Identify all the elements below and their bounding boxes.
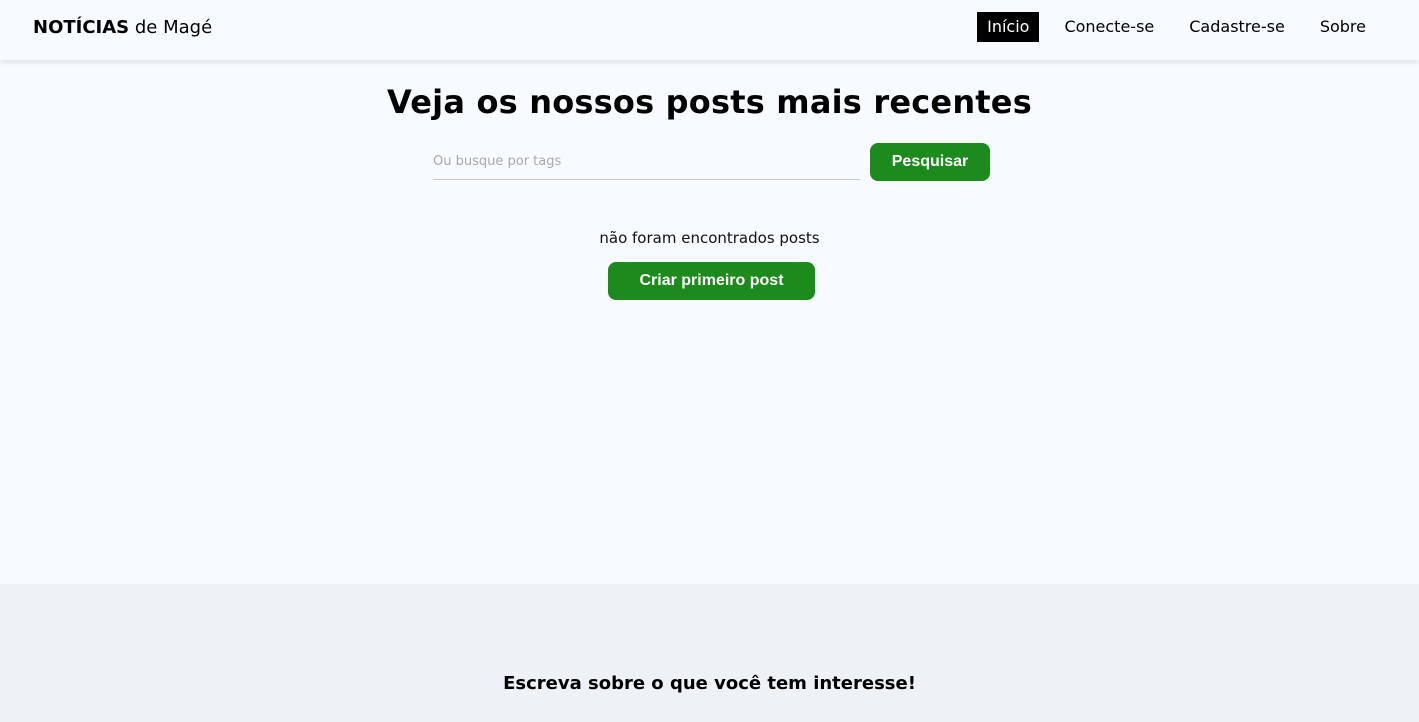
nav-link-sobre[interactable]: Sobre [1310, 12, 1376, 42]
top-navbar: NOTÍCIAS de Magé Início Conecte-se Cadas… [0, 0, 1419, 60]
brand-logo[interactable]: NOTÍCIAS de Magé [33, 17, 212, 39]
search-button[interactable]: Pesquisar [870, 143, 990, 181]
main-content: Veja os nossos posts mais recentes Pesqu… [0, 60, 1419, 584]
page-title: Veja os nossos posts mais recentes [387, 83, 1032, 121]
create-first-post-button[interactable]: Criar primeiro post [608, 262, 815, 300]
nav-link-inicio[interactable]: Início [977, 12, 1040, 42]
nav-link-cadastre-se[interactable]: Cadastre-se [1179, 12, 1295, 42]
nav-links: Início Conecte-se Cadastre-se Sobre [977, 12, 1376, 42]
footer-tagline: Escreva sobre o que você tem interesse! [503, 673, 916, 694]
brand-title-rest: de Magé [129, 17, 213, 38]
no-posts-message: não foram encontrados posts [599, 229, 820, 247]
brand-title-strong: NOTÍCIAS [33, 17, 130, 38]
tag-search-input[interactable] [433, 143, 860, 180]
search-form: Pesquisar [433, 143, 990, 181]
page-footer: Escreva sobre o que você tem interesse! [0, 584, 1419, 722]
nav-link-conecte-se[interactable]: Conecte-se [1054, 12, 1164, 42]
